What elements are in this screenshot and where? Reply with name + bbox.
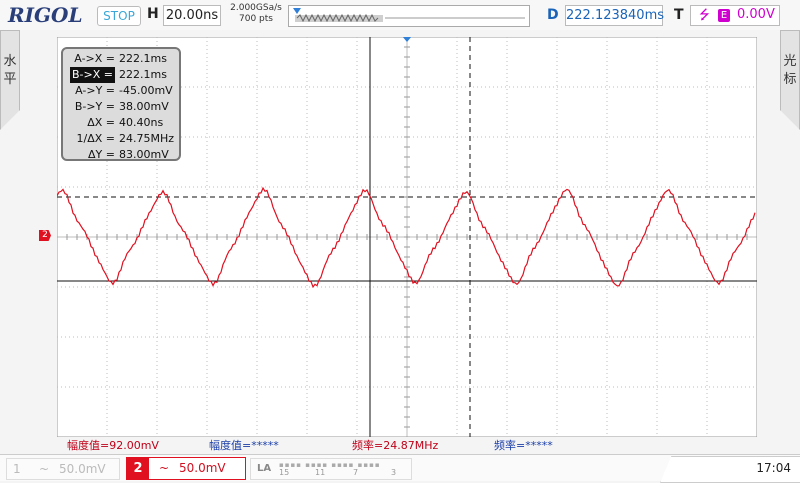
measurement-amplitude-ch1: 幅度值=***** (209, 439, 279, 452)
ac-coupling-icon: ~ (159, 461, 170, 475)
memory-overview-graphic (289, 6, 529, 26)
clock: 17:04 (756, 461, 791, 475)
rising-edge-icon: ⭍ (699, 8, 710, 23)
timebase-value[interactable]: 20.00ns (163, 5, 221, 26)
logic-channel-number: 15 (279, 468, 290, 477)
trigger-source: E (718, 9, 730, 22)
cursor-label: ΔX = (87, 116, 115, 129)
trigger-level: 0.00V (737, 7, 775, 22)
top-status-bar: RIGOL STOP H 20.00ns 2.000GSa/s 700 pts … (0, 0, 800, 30)
logic-channel-number: 3 (391, 468, 397, 477)
cursor-row: B->X = 222.1ms (63, 67, 181, 83)
run-stop-status[interactable]: STOP (97, 6, 141, 26)
cursor-label: 1/ΔX = (76, 132, 115, 145)
delay-value[interactable]: 222.123840ms (565, 5, 664, 26)
cursor-menu-label-2: 标 (783, 72, 797, 87)
channel-2-scale: 50.0mV (179, 461, 226, 475)
cursor-row: A->X = 222.1ms (63, 51, 181, 67)
cursor-value: 83.00mV (119, 148, 169, 161)
horizontal-label: H (147, 6, 159, 22)
channel-1-number: 1 (13, 462, 21, 476)
cursor-row: B->Y = 38.00mV (63, 99, 181, 115)
bottom-channel-bar: 1 ~ 50.0mV 2 ~ 50.0mV LA ▪▪▪▪ ▪▪▪▪ ▪▪▪▪ … (0, 454, 800, 483)
cursor-value: -45.00mV (119, 84, 173, 97)
trigger-settings[interactable]: ⭍ E 0.00V (690, 5, 780, 26)
cursor-label: A->Y = (75, 84, 115, 97)
memory-depth: 700 pts (239, 14, 273, 24)
logic-channel-number: 7 (353, 468, 359, 477)
logic-channel-indicators: ▪▪▪▪ ▪▪▪▪ ▪▪▪▪ ▪▪▪▪ (279, 461, 381, 469)
logic-analyzer-label: LA (257, 463, 272, 474)
cursor-value: 38.00mV (119, 100, 169, 113)
logic-channel-number: 11 (315, 468, 326, 477)
channel-1-button[interactable]: 1 ~ 50.0mV (6, 458, 120, 480)
cursor-readout-panel[interactable]: A->X = 222.1ms B->X = 222.1ms A->Y = -45.00… (61, 47, 181, 161)
channel-2-offset-marker[interactable]: 2 (39, 230, 51, 241)
sample-rate: 2.000GSa/s (230, 3, 282, 13)
channel-2-number: 2 (127, 458, 149, 479)
cursor-label: ΔY = (88, 148, 115, 161)
measurement-frequency-ch1: 频率=***** (494, 439, 553, 452)
logic-analyzer-button[interactable]: LA ▪▪▪▪ ▪▪▪▪ ▪▪▪▪ ▪▪▪▪ 15 11 7 3 (250, 458, 412, 480)
cursor-menu-tab[interactable]: 光 标 (780, 30, 800, 130)
channel-2-button[interactable]: 2 ~ 50.0mV (126, 457, 246, 480)
cursor-label: A->X = (74, 52, 115, 65)
cursor-label-selected: B->X = (70, 67, 115, 83)
cursor-row: ΔY = 83.00mV (63, 147, 181, 163)
horizontal-menu-label-1: 水 (3, 54, 17, 69)
clock-area: 17:04 (660, 456, 800, 483)
ac-coupling-icon: ~ (39, 462, 50, 476)
cursor-row: ΔX = 40.40ns (63, 115, 181, 131)
horizontal-menu-label-2: 平 (3, 72, 17, 87)
measurement-frequency-ch2: 频率=24.87MHz (352, 439, 439, 452)
cursor-value: 222.1ms (119, 52, 167, 65)
cursor-value: 24.75MHz (119, 132, 175, 145)
acquisition-info: 2.000GSa/s 700 pts (228, 3, 284, 25)
cursor-value: 222.1ms (119, 68, 167, 81)
cursor-label: B->Y = (74, 100, 115, 113)
cursor-menu-label-1: 光 (783, 54, 797, 69)
brand-logo: RIGOL (8, 3, 83, 27)
channel-1-scale: 50.0mV (59, 462, 106, 476)
cursor-row: A->Y = -45.00mV (63, 83, 181, 99)
memory-overview-bar[interactable] (288, 5, 530, 27)
horizontal-menu-tab[interactable]: 水 平 (0, 30, 20, 130)
measurement-amplitude-ch2: 幅度值=92.00mV (67, 439, 159, 452)
trigger-label: T (674, 7, 684, 23)
cursor-row: 1/ΔX = 24.75MHz (63, 131, 181, 147)
delay-label: D (547, 7, 559, 23)
cursor-value: 40.40ns (119, 116, 164, 129)
